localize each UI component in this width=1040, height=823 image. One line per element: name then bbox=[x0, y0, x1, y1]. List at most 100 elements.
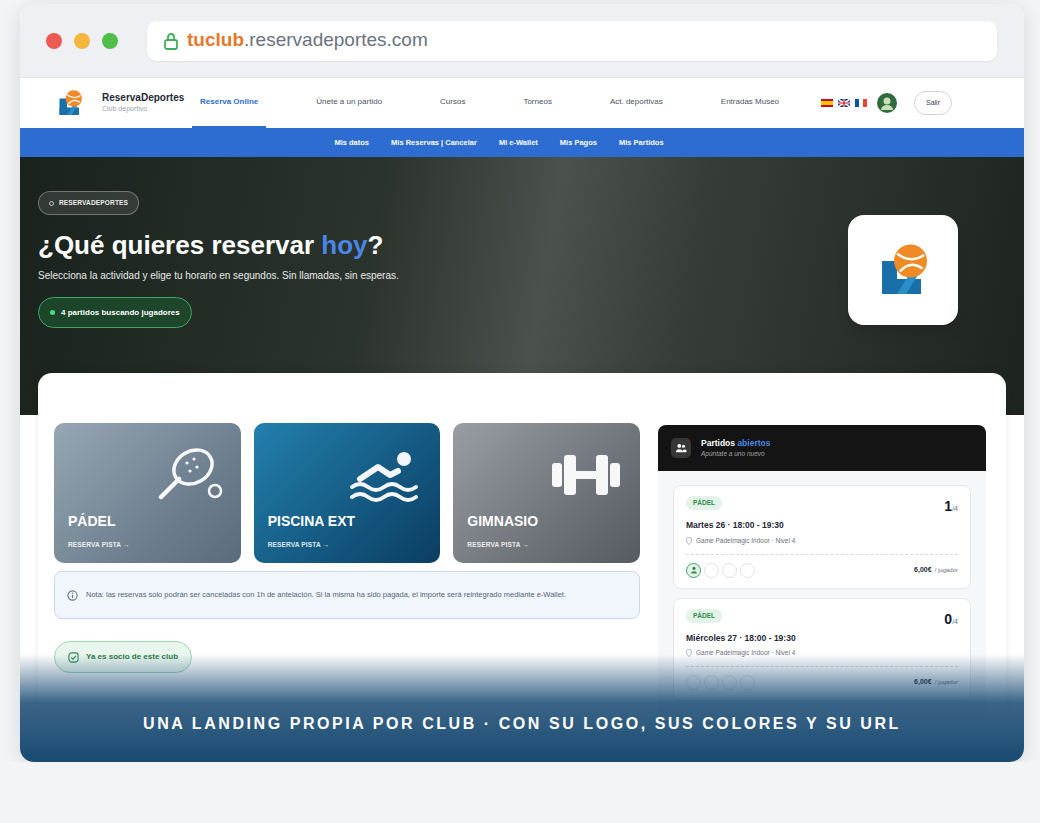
panel-title-text: Partidos abiertos bbox=[701, 438, 770, 449]
heading-end: ? bbox=[368, 230, 384, 260]
pill-label: 4 partidos buscando jugadores bbox=[61, 307, 180, 319]
sport-label: PÁDEL bbox=[693, 498, 715, 508]
logout-button[interactable]: Salir bbox=[914, 91, 952, 115]
heading-text: ¿Qué quieres reservar bbox=[38, 230, 321, 260]
swim-icon bbox=[346, 445, 426, 505]
hero-badge: RESERVADEPORTES bbox=[38, 191, 139, 215]
hero-heading: ¿Qué quieres reservar hoy? bbox=[38, 229, 383, 262]
count-capacity: /4 bbox=[952, 617, 958, 628]
nav-label: Cursos bbox=[440, 96, 465, 108]
pin-icon bbox=[686, 537, 692, 545]
account-nav: Mis datos Mis Reservas | Cancelar Mi e-Wal… bbox=[20, 128, 1024, 157]
account-nav-item[interactable]: Mis Pagos bbox=[560, 137, 597, 148]
nav-label: Entradas Museo bbox=[721, 96, 779, 108]
club-logo-icon bbox=[55, 88, 85, 118]
account-nav-item[interactable]: Mis datos bbox=[334, 137, 369, 148]
club-logo-icon bbox=[873, 240, 933, 300]
panel-header: Partidos abiertosApúntate a uno nuevo bbox=[658, 425, 986, 471]
avatar-icon bbox=[877, 93, 897, 113]
price-unit: / jugador bbox=[935, 566, 958, 575]
badge-dot bbox=[49, 201, 54, 206]
player-slots bbox=[686, 563, 755, 578]
close-button[interactable] bbox=[46, 33, 62, 49]
info-icon bbox=[67, 590, 78, 601]
price-value: 6,00€ bbox=[914, 565, 932, 576]
sport-label: PÁDEL bbox=[693, 611, 715, 621]
activity-title: PISCINA EXT bbox=[268, 511, 441, 532]
open-matches-pill[interactable]: 4 partidos buscando jugadores bbox=[38, 297, 192, 328]
player-slot[interactable] bbox=[740, 563, 755, 578]
minimize-button[interactable] bbox=[74, 33, 90, 49]
nav-item[interactable]: Únete a un partido bbox=[308, 78, 390, 128]
caption-overlay: UNA LANDING PROPIA POR CLUB · CON SU LOG… bbox=[20, 654, 1024, 762]
maximize-button[interactable] bbox=[102, 33, 118, 49]
players-count: 1/4 bbox=[944, 496, 958, 517]
panel-title-highlight: abiertos bbox=[737, 438, 770, 448]
caption-text: UNA LANDING PROPIA POR CLUB · CON SU LOG… bbox=[143, 712, 901, 736]
players-count: 0/4 bbox=[944, 609, 958, 630]
match-venue: Game Padelmagic Indoor · Nivel 4 bbox=[686, 536, 958, 546]
url-domain: .reservadeportes.com bbox=[244, 29, 428, 50]
panel-title-main: Partidos bbox=[701, 438, 737, 448]
club-logo-tile bbox=[848, 215, 958, 325]
nav-item[interactable]: Act. deportivas bbox=[602, 78, 671, 128]
count-value: 0 bbox=[944, 609, 952, 630]
live-dot bbox=[50, 310, 55, 315]
flag-es-icon[interactable] bbox=[821, 99, 833, 107]
sport-tag: PÁDEL bbox=[686, 496, 722, 510]
nav-label: Únete a un partido bbox=[316, 96, 382, 108]
panel-subtitle: Apúntate a uno nuevo bbox=[701, 450, 770, 458]
match-top: PÁDEL 0/4 bbox=[686, 609, 958, 630]
person-icon bbox=[690, 566, 698, 574]
panel-icon-box bbox=[671, 438, 691, 458]
activity-grid: PÁDEL RESERVA PISTA → PISCINA EXT RESERVA P… bbox=[54, 423, 640, 563]
badge-label: RESERVADEPORTES bbox=[59, 198, 128, 208]
activity-card[interactable]: GIMNASIO RESERVA PISTA → bbox=[453, 423, 640, 563]
heading-highlight: hoy bbox=[321, 230, 367, 260]
account-nav-item[interactable]: Mi e-Wallet bbox=[499, 137, 538, 148]
nav-menu: Reserva Online Únete a un partido Cursos To… bbox=[192, 78, 787, 128]
lock-icon bbox=[163, 32, 179, 50]
player-slot[interactable] bbox=[686, 563, 701, 578]
url-bar[interactable]: tuclub.reservadeportes.com bbox=[147, 21, 997, 61]
venue-label: Game Padelmagic Indoor · Nivel 4 bbox=[696, 536, 795, 546]
nav-label: Torneos bbox=[523, 96, 551, 108]
account-nav-item[interactable]: Mis Reservas | Cancelar bbox=[391, 137, 477, 148]
top-nav: ReservaDeportesClub deportivoReserva Onl… bbox=[20, 78, 1024, 128]
count-capacity: /4 bbox=[952, 504, 958, 515]
nav-item[interactable]: Reserva Online bbox=[192, 78, 266, 128]
account-nav-item[interactable]: Mis Partidos bbox=[619, 137, 664, 148]
match-top: PÁDEL 1/4 bbox=[686, 496, 958, 517]
flag-fr-icon[interactable] bbox=[855, 99, 867, 107]
nav-item[interactable]: Cursos bbox=[432, 78, 473, 128]
match-price: 6,00€/ jugador bbox=[914, 565, 958, 576]
flag-en-icon[interactable] bbox=[838, 99, 850, 107]
browser-window: tuclub.reservadeportes.com ReservaDeporte… bbox=[20, 4, 1024, 762]
url-text: tuclub.reservadeportes.com bbox=[187, 26, 428, 55]
activity-title: GIMNASIO bbox=[467, 511, 640, 532]
activity-title: PÁDEL bbox=[68, 511, 241, 532]
hero-subtitle: Selecciona la actividad y elige tu horar… bbox=[38, 268, 399, 284]
match-card[interactable]: PÁDEL 1/4 Martes 26 · 18:00 - 19:30 Game Pa… bbox=[673, 485, 971, 589]
note-text: Nota: las reservas solo podrán ser cance… bbox=[86, 589, 566, 602]
activity-action[interactable]: RESERVA PISTA → bbox=[268, 540, 441, 550]
brand-name: ReservaDeportes bbox=[102, 92, 192, 105]
activity-card[interactable]: PISCINA EXT RESERVA PISTA → bbox=[254, 423, 441, 563]
nav-item[interactable]: Torneos bbox=[515, 78, 559, 128]
player-slot[interactable] bbox=[722, 563, 737, 578]
player-slot[interactable] bbox=[704, 563, 719, 578]
window-controls bbox=[46, 33, 118, 49]
activity-card[interactable]: PÁDEL RESERVA PISTA → bbox=[54, 423, 241, 563]
people-icon bbox=[675, 443, 687, 453]
nav-item[interactable]: Entradas Museo bbox=[713, 78, 787, 128]
activity-action[interactable]: RESERVA PISTA → bbox=[467, 540, 640, 550]
nav-label: Reserva Online bbox=[200, 96, 258, 108]
count-value: 1 bbox=[944, 496, 952, 517]
padel-icon bbox=[147, 445, 227, 505]
match-bottom: 6,00€/ jugador bbox=[686, 563, 958, 578]
match-date: Martes 26 · 18:00 - 19:30 bbox=[686, 519, 958, 532]
nav-label: Act. deportivas bbox=[610, 96, 663, 108]
url-subdomain: tuclub bbox=[187, 29, 244, 50]
activity-action[interactable]: RESERVA PISTA → bbox=[68, 540, 241, 550]
divider bbox=[686, 554, 958, 555]
